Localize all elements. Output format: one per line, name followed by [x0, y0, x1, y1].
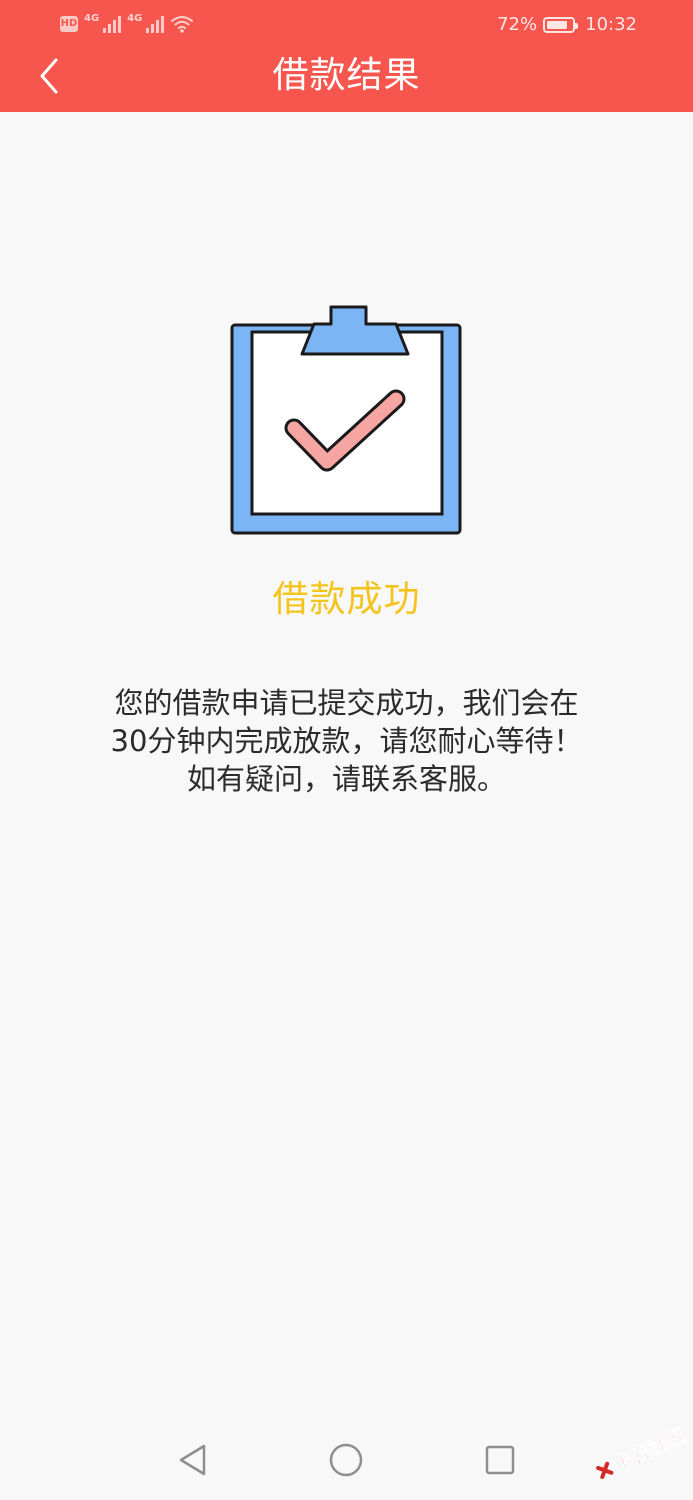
status-right: 72% 10:32: [497, 14, 637, 35]
watermark-text: 卡农社区: [610, 1424, 687, 1477]
signal-icon: [146, 15, 165, 33]
hd-icon: HD: [60, 16, 78, 32]
status-indicators: HD 4G 4G: [60, 14, 194, 34]
clock: 10:32: [585, 14, 637, 35]
message-line: 您的借款申请已提交成功，我们会在: [114, 686, 579, 720]
signal-icon: [103, 15, 122, 33]
community-watermark-logo: 卡农社区: [596, 1423, 687, 1480]
message-line: 如有疑问，请联系客服。: [186, 762, 506, 796]
result-message: 您的借款申请已提交成功，我们会在 30分钟内完成放款，请您耐心等待！ 如有疑问，…: [80, 684, 613, 798]
result-title: 借款成功: [272, 579, 421, 620]
status-bar: HD 4G 4G 72% 10:32: [0, 0, 693, 54]
triangle-back-icon[interactable]: [174, 1442, 210, 1478]
wifi-icon: [171, 16, 194, 33]
app-header: HD 4G 4G 72% 10:32 借款结果: [0, 0, 693, 112]
square-recents-icon[interactable]: [482, 1442, 518, 1478]
network-type-label: 4G: [84, 13, 100, 24]
battery-icon: [543, 16, 579, 33]
circle-home-icon[interactable]: [328, 1442, 364, 1478]
battery-percent: 72%: [497, 14, 538, 35]
page-title: 借款结果: [272, 55, 421, 96]
message-line: 30分钟内完成放款，请您耐心等待！: [110, 724, 583, 758]
clipboard-check-icon: [230, 305, 462, 535]
network-type-label: 4G: [127, 13, 143, 24]
